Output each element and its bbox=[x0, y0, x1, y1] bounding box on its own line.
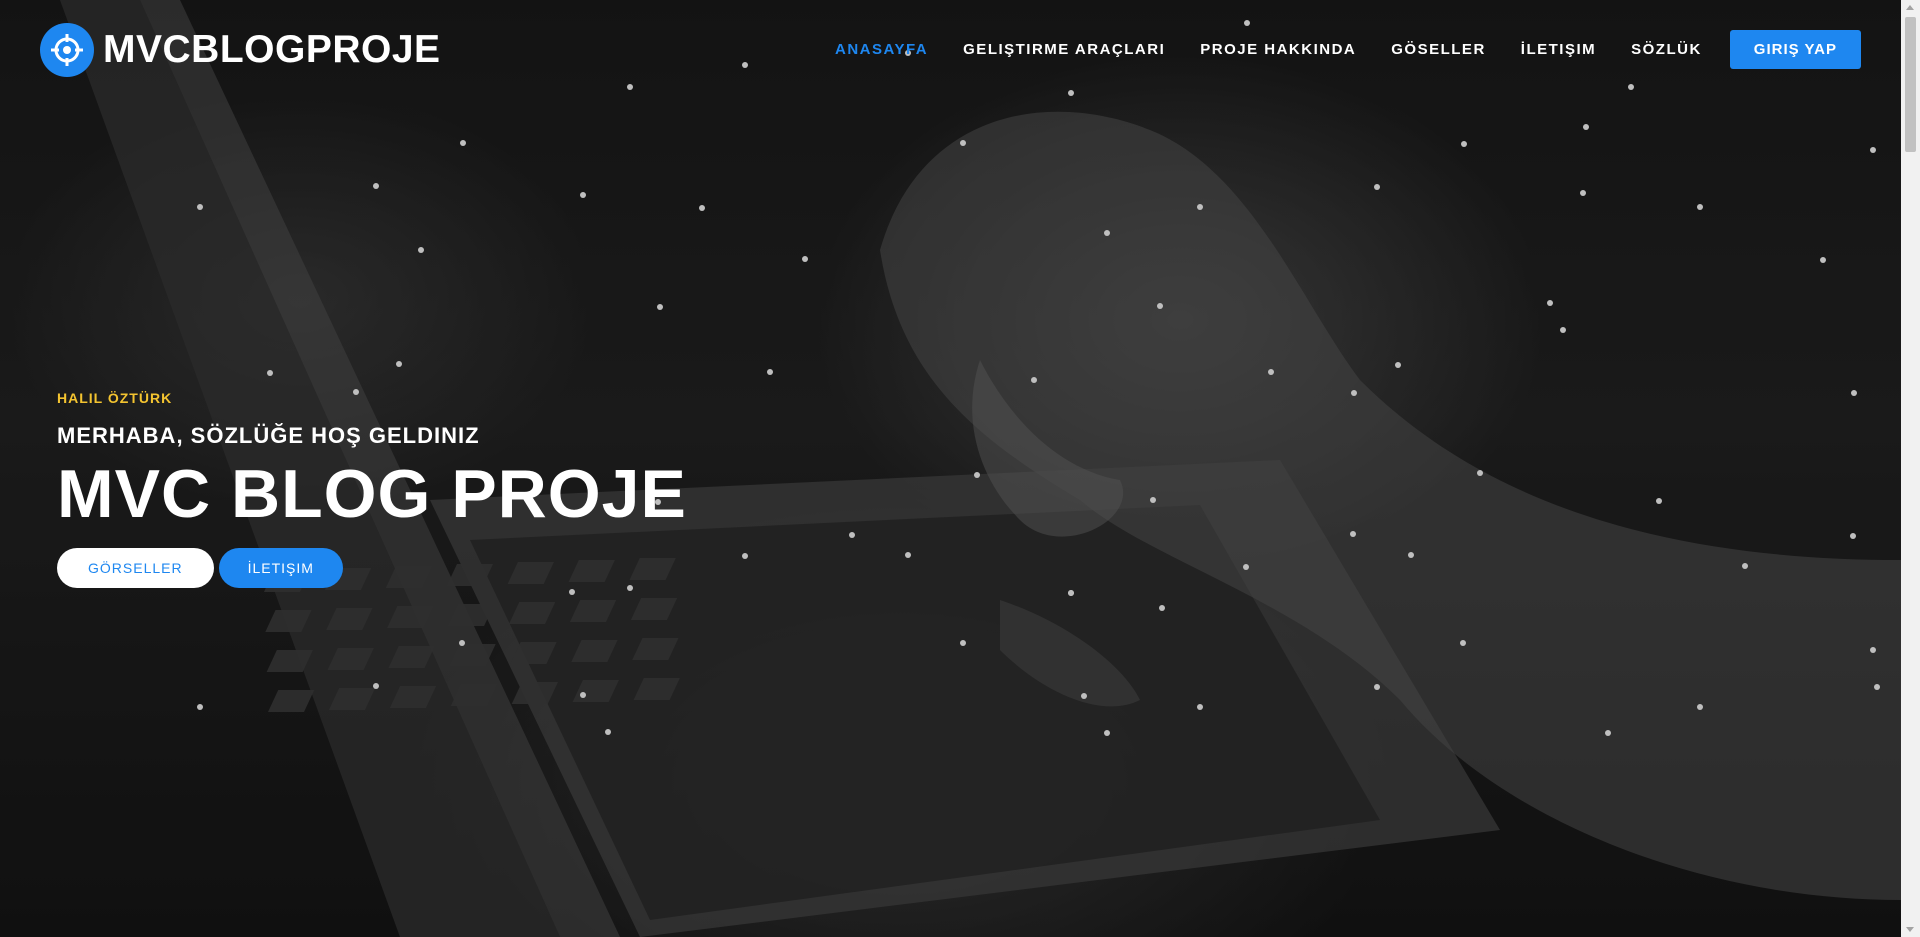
scroll-down-arrow-icon[interactable] bbox=[1906, 927, 1914, 932]
gallery-button[interactable]: GÖRSELLER bbox=[57, 547, 214, 588]
scroll-thumb[interactable] bbox=[1905, 17, 1916, 152]
brand-name: MVCBLOGPROJE bbox=[103, 28, 441, 71]
nav-item-proje-hakkinda[interactable]: PROJE HAKKINDA bbox=[1200, 41, 1356, 58]
brand-logo-link[interactable]: MVCBLOGPROJE bbox=[40, 22, 441, 78]
login-button[interactable]: GIRIŞ YAP bbox=[1729, 30, 1861, 69]
hero-headline: MVC BLOG PROJE bbox=[57, 456, 687, 532]
hero-author-name: HALIL ÖZTÜRK bbox=[57, 390, 173, 406]
nav-item-anasayfa[interactable]: ANASAYFA bbox=[835, 41, 928, 58]
hero-actions: GÖRSELLER İLETIŞIM bbox=[57, 547, 687, 588]
contact-button[interactable]: İLETIŞIM bbox=[218, 547, 343, 588]
scroll-up-arrow-icon[interactable] bbox=[1906, 5, 1914, 10]
nav-item-iletisim[interactable]: İLETIŞIM bbox=[1521, 41, 1596, 58]
page-scrollbar[interactable] bbox=[1901, 0, 1920, 937]
nav-menu: ANASAYFA GELIŞTIRME ARAÇLARI PROJE HAKKI… bbox=[800, 30, 1861, 69]
nav-item-goseller[interactable]: GÖSELLER bbox=[1391, 41, 1486, 58]
crosshair-icon bbox=[40, 23, 94, 77]
hero-subtitle: MERHABA, SÖZLÜĞE HOŞ GELDINIZ bbox=[57, 423, 480, 448]
top-navbar: MVCBLOGPROJE ANASAYFA GELIŞTIRME ARAÇLAR… bbox=[0, 0, 1901, 100]
page: MVCBLOGPROJE ANASAYFA GELIŞTIRME ARAÇLAR… bbox=[0, 0, 1920, 937]
nav-item-gelistirme-araclari[interactable]: GELIŞTIRME ARAÇLARI bbox=[963, 41, 1165, 58]
nav-item-sozluk[interactable]: SÖZLÜK bbox=[1631, 41, 1702, 58]
hero-content: HALIL ÖZTÜRK MERHABA, SÖZLÜĞE HOŞ GELDIN… bbox=[57, 390, 687, 588]
